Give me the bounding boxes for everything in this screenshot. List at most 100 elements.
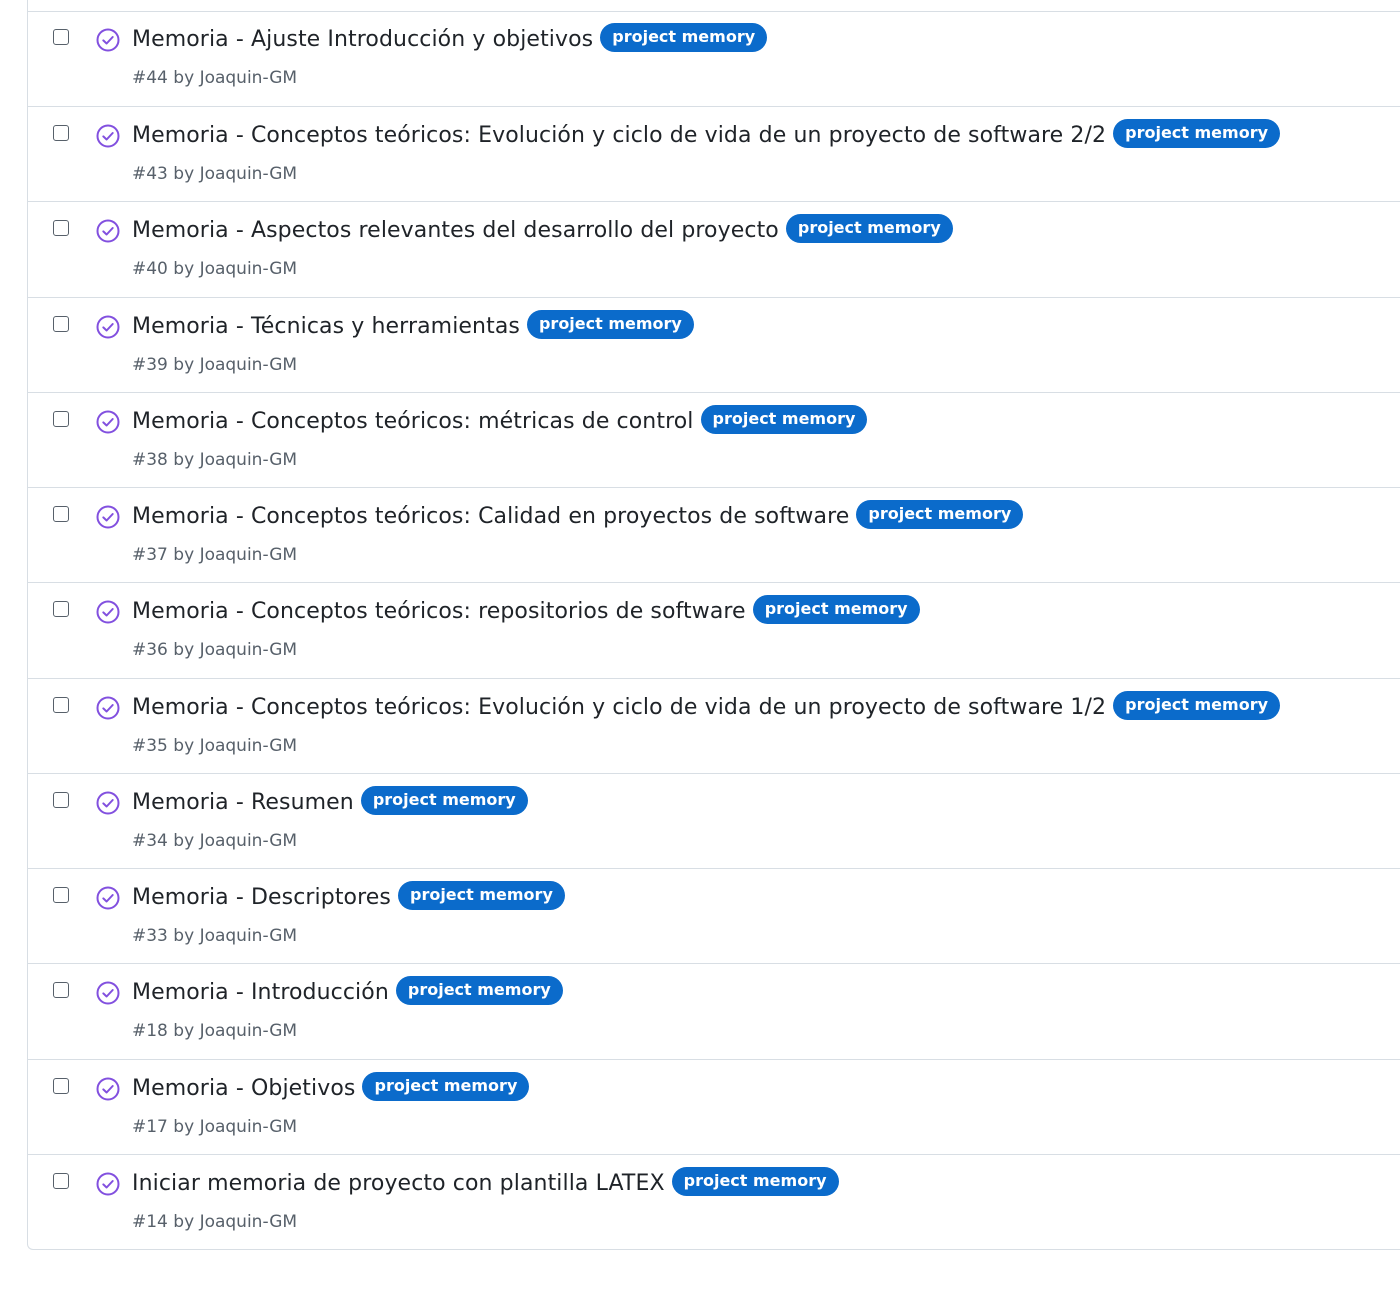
- check-circle-ring: [96, 410, 120, 434]
- issue-number: #40: [132, 259, 168, 279]
- label-badge[interactable]: project memory: [856, 500, 1024, 529]
- label-badge[interactable]: project memory: [1113, 691, 1281, 720]
- label-badge[interactable]: project memory: [360, 786, 528, 815]
- issue-row[interactable]: Memoria - Objetivos project memory #17 by …: [28, 1059, 1400, 1154]
- issue-title-link[interactable]: Memoria - Conceptos teóricos: métricas d…: [132, 409, 694, 434]
- issue-title-line: Memoria - Ajuste Introducción y objetivo…: [132, 23, 768, 52]
- author-link[interactable]: Joaquin-GM: [200, 545, 298, 565]
- check-circle-ring: [96, 1077, 120, 1101]
- check-circle-icon: [96, 1172, 120, 1196]
- issue-row[interactable]: Memoria - Conceptos teóricos: Evolución …: [28, 678, 1400, 773]
- label-badge[interactable]: project memory: [395, 976, 563, 1005]
- author-link[interactable]: Joaquin-GM: [200, 164, 298, 184]
- author-link[interactable]: Joaquin-GM: [200, 1021, 298, 1041]
- author-link[interactable]: Joaquin-GM: [200, 68, 298, 88]
- issue-row[interactable]: Memoria - Técnicas y herramientas project…: [28, 297, 1400, 392]
- issue-row[interactable]: Memoria - Conceptos teóricos: repositori…: [28, 582, 1400, 677]
- issue-title-link[interactable]: Memoria - Introducción: [132, 980, 389, 1005]
- issue-title-link[interactable]: Memoria - Técnicas y herramientas: [132, 314, 520, 339]
- author-link[interactable]: Joaquin-GM: [200, 450, 298, 470]
- issue-title-link[interactable]: Memoria - Conceptos teóricos: Evolución …: [132, 695, 1106, 720]
- issue-meta: #38 by Joaquin-GM: [132, 450, 297, 470]
- issue-row[interactable]: Iniciar memoria de proyecto con plantill…: [28, 1154, 1400, 1249]
- issue-title-link[interactable]: Memoria - Resumen: [132, 790, 354, 815]
- label-badge[interactable]: project memory: [526, 310, 694, 339]
- label-badge[interactable]: project memory: [700, 405, 868, 434]
- issue-row[interactable]: Memoria - Conceptos teóricos: Calidad en…: [28, 487, 1400, 582]
- issue-meta: #18 by Joaquin-GM: [132, 1021, 297, 1041]
- check-mark: [102, 799, 114, 808]
- check-circle-icon: [96, 1077, 120, 1101]
- select-checkbox[interactable]: [53, 316, 69, 332]
- by-text: by: [173, 164, 195, 184]
- select-checkbox[interactable]: [53, 506, 69, 522]
- label-badge[interactable]: project memory: [752, 595, 920, 624]
- select-checkbox[interactable]: [53, 1173, 69, 1189]
- issue-row[interactable]: Memoria - Conceptos teóricos: Evolución …: [28, 106, 1400, 201]
- label-badge[interactable]: project memory: [785, 214, 953, 243]
- check-circle-ring: [96, 1172, 120, 1196]
- author-link[interactable]: Joaquin-GM: [200, 640, 298, 660]
- issue-title-line: Memoria - Resumen project memory: [132, 786, 528, 815]
- author-link[interactable]: Joaquin-GM: [200, 1212, 298, 1232]
- label-badge[interactable]: project memory: [397, 881, 565, 910]
- select-checkbox[interactable]: [53, 697, 69, 713]
- issue-meta: #39 by Joaquin-GM: [132, 355, 297, 375]
- issue-title-link[interactable]: Memoria - Aspectos relevantes del desarr…: [132, 218, 779, 243]
- author-link[interactable]: Joaquin-GM: [200, 259, 298, 279]
- issue-title-line: Memoria - Conceptos teóricos: métricas d…: [132, 405, 868, 434]
- issue-title-line: Memoria - Conceptos teóricos: Calidad en…: [132, 500, 1024, 529]
- label-badge[interactable]: project memory: [600, 23, 768, 52]
- issue-title-line: Iniciar memoria de proyecto con plantill…: [132, 1167, 839, 1196]
- label-badge[interactable]: project memory: [362, 1072, 530, 1101]
- by-text: by: [173, 450, 195, 470]
- author-link[interactable]: Joaquin-GM: [200, 355, 298, 375]
- label-badge[interactable]: project memory: [1113, 119, 1281, 148]
- select-checkbox[interactable]: [53, 982, 69, 998]
- issue-title-link[interactable]: Memoria - Conceptos teóricos: Calidad en…: [132, 504, 849, 529]
- issue-row[interactable]: Memoria - Conceptos teóricos: métricas d…: [28, 392, 1400, 487]
- issue-title-link[interactable]: Memoria - Ajuste Introducción y objetivo…: [132, 27, 593, 52]
- check-circle-icon: [96, 315, 120, 339]
- issue-list: Memoria - Ajuste Introducción y objetivo…: [27, 0, 1400, 1250]
- check-mark: [102, 989, 114, 998]
- select-checkbox[interactable]: [53, 220, 69, 236]
- issue-title-line: Memoria - Objetivos project memory: [132, 1072, 530, 1101]
- select-checkbox[interactable]: [53, 601, 69, 617]
- issue-row[interactable]: Memoria - Ajuste Introducción y objetivo…: [28, 11, 1400, 106]
- select-checkbox[interactable]: [53, 125, 69, 141]
- select-checkbox[interactable]: [53, 29, 69, 45]
- check-circle-icon: [96, 600, 120, 624]
- issue-number: #38: [132, 450, 168, 470]
- issue-number: #35: [132, 736, 168, 756]
- check-circle-ring: [96, 600, 120, 624]
- select-checkbox[interactable]: [53, 887, 69, 903]
- issue-meta: #36 by Joaquin-GM: [132, 640, 297, 660]
- issue-row[interactable]: Memoria - Aspectos relevantes del desarr…: [28, 201, 1400, 296]
- issue-title-link[interactable]: Memoria - Descriptores: [132, 885, 391, 910]
- by-text: by: [173, 831, 195, 851]
- author-link[interactable]: Joaquin-GM: [200, 926, 298, 946]
- issue-title-link[interactable]: Memoria - Conceptos teóricos: Evolución …: [132, 123, 1106, 148]
- issue-title-link[interactable]: Memoria - Conceptos teóricos: repositori…: [132, 599, 746, 624]
- author-link[interactable]: Joaquin-GM: [200, 1117, 298, 1137]
- issue-title-link[interactable]: Iniciar memoria de proyecto con plantill…: [132, 1171, 665, 1196]
- issue-title-link[interactable]: Memoria - Objetivos: [132, 1076, 355, 1101]
- issue-number: #36: [132, 640, 168, 660]
- select-checkbox[interactable]: [53, 1078, 69, 1094]
- issue-row[interactable]: Memoria - Descriptores project memory #33 …: [28, 868, 1400, 963]
- check-circle-icon: [96, 791, 120, 815]
- by-text: by: [173, 736, 195, 756]
- issue-row[interactable]: Memoria - Introducción project memory #18 …: [28, 963, 1400, 1058]
- author-link[interactable]: Joaquin-GM: [200, 831, 298, 851]
- check-circle-icon: [96, 219, 120, 243]
- author-link[interactable]: Joaquin-GM: [200, 736, 298, 756]
- issue-row[interactable]: Memoria - Resumen project memory #34 by Jo…: [28, 773, 1400, 868]
- issue-meta: #14 by Joaquin-GM: [132, 1212, 297, 1232]
- select-checkbox[interactable]: [53, 411, 69, 427]
- select-checkbox[interactable]: [53, 792, 69, 808]
- label-badge[interactable]: project memory: [671, 1167, 839, 1196]
- issue-meta: #34 by Joaquin-GM: [132, 831, 297, 851]
- issue-number: #39: [132, 355, 168, 375]
- check-mark: [102, 608, 114, 617]
